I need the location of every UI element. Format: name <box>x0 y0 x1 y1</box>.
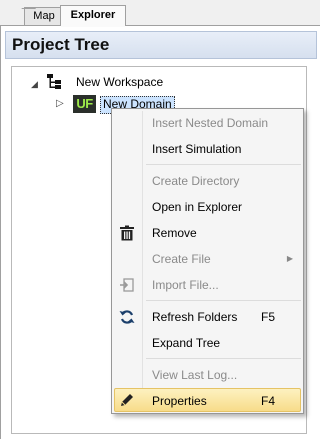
menu-item-label: Insert Simulation <box>152 142 242 156</box>
menu-item-refresh-folders[interactable]: Refresh Folders F5 <box>114 305 301 329</box>
expand-arrow-icon[interactable]: ▷ <box>56 98 64 109</box>
menu-separator <box>146 300 301 301</box>
menu-item-create-directory[interactable]: Create Directory <box>114 169 301 193</box>
menu-item-remove[interactable]: Remove <box>114 221 301 245</box>
menu-item-label: Remove <box>152 226 197 240</box>
menu-item-open-in-explorer[interactable]: Open in Explorer <box>114 195 301 219</box>
menu-item-view-last-log[interactable]: View Last Log... <box>114 363 301 387</box>
tab-bar: Map Explorer <box>0 0 320 27</box>
menu-separator <box>146 358 301 359</box>
menu-item-label: Expand Tree <box>152 336 221 350</box>
menu-item-label: Refresh Folders <box>152 310 238 324</box>
trash-icon <box>120 225 134 241</box>
pencil-icon <box>121 394 133 406</box>
menu-separator <box>146 164 301 165</box>
domain-icon: UF <box>73 95 96 113</box>
menu-item-label: View Last Log... <box>152 368 238 382</box>
tab-explorer[interactable]: Explorer <box>60 5 126 27</box>
panel-title: Project Tree <box>5 31 317 59</box>
menu-item-label: Properties <box>152 394 207 408</box>
menu-item-shortcut: F4 <box>261 394 276 408</box>
menu-item-expand-tree[interactable]: Expand Tree <box>114 331 301 355</box>
import-icon <box>120 278 134 292</box>
menu-item-label: Create File <box>152 252 211 266</box>
submenu-arrow-icon: ▶ <box>286 254 293 263</box>
menu-item-insert-nested-domain[interactable]: Insert Nested Domain <box>114 111 301 135</box>
menu-item-insert-simulation[interactable]: Insert Simulation <box>114 137 301 161</box>
menu-item-label: Insert Nested Domain <box>152 116 269 130</box>
menu-item-label: Open in Explorer <box>152 200 243 214</box>
menu-item-label: Create Directory <box>152 174 240 188</box>
refresh-icon <box>119 310 135 324</box>
context-menu: Insert Nested Domain Insert Simulation C… <box>111 108 304 414</box>
menu-item-shortcut: F5 <box>261 310 276 324</box>
tree-item-workspace[interactable]: New Workspace <box>76 73 163 91</box>
collapse-arrow-icon[interactable]: ◢ <box>31 79 38 90</box>
menu-item-import-file[interactable]: Import File... <box>114 273 301 297</box>
menu-item-properties[interactable]: Properties F4 <box>114 388 301 412</box>
menu-item-label: Import File... <box>152 278 219 292</box>
workspace-tree-icon <box>47 74 61 89</box>
menu-item-create-file[interactable]: Create File ▶ <box>114 247 301 271</box>
tab-map[interactable]: Map <box>24 7 64 26</box>
